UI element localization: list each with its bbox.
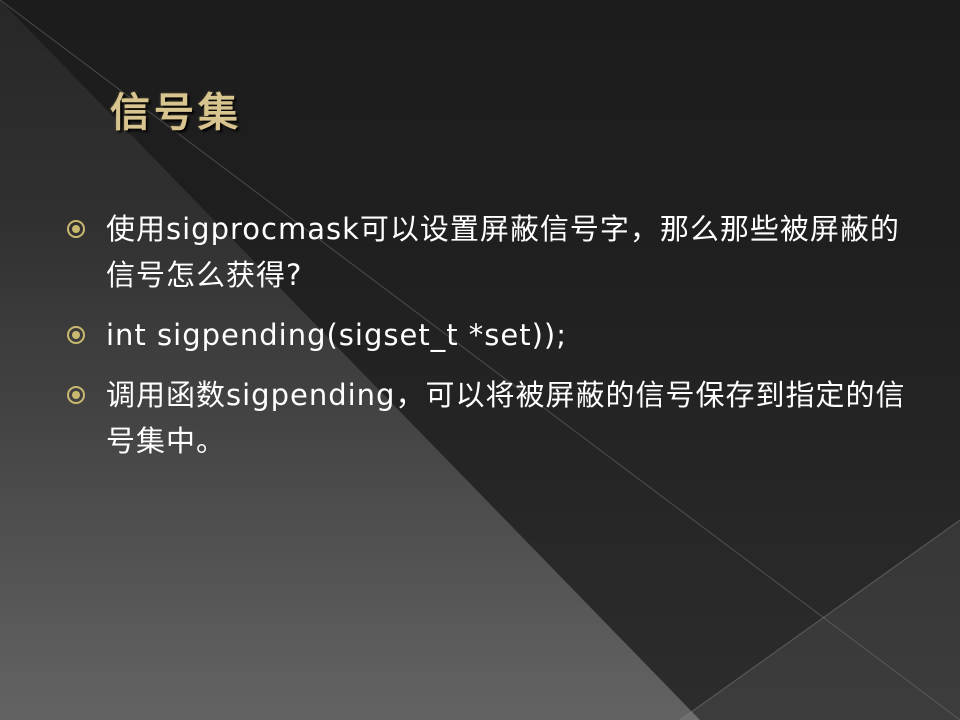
bullet-item: int sigpending(sigset_t *set));: [66, 312, 906, 358]
bullet-text: 使用sigprocmask可以设置屏蔽信号字，那么那些被屏蔽的信号怎么获得?: [106, 212, 900, 292]
bullet-list: 使用sigprocmask可以设置屏蔽信号字，那么那些被屏蔽的信号怎么获得? i…: [66, 206, 906, 478]
slide-title: 信号集: [110, 89, 242, 136]
bullet-item: 使用sigprocmask可以设置屏蔽信号字，那么那些被屏蔽的信号怎么获得?: [66, 206, 906, 298]
bullet-text: int sigpending(sigset_t *set));: [106, 318, 568, 352]
bullet-text: 调用函数sigpending，可以将被屏蔽的信号保存到指定的信号集中。: [106, 378, 906, 458]
circled-dot-icon: [67, 386, 85, 404]
circled-dot-icon: [67, 220, 85, 238]
slide: 信号集 使用sigprocmask可以设置屏蔽信号字，那么那些被屏蔽的信号怎么获…: [0, 0, 960, 720]
bullet-item: 调用函数sigpending，可以将被屏蔽的信号保存到指定的信号集中。: [66, 372, 906, 464]
circled-dot-icon: [67, 326, 85, 344]
